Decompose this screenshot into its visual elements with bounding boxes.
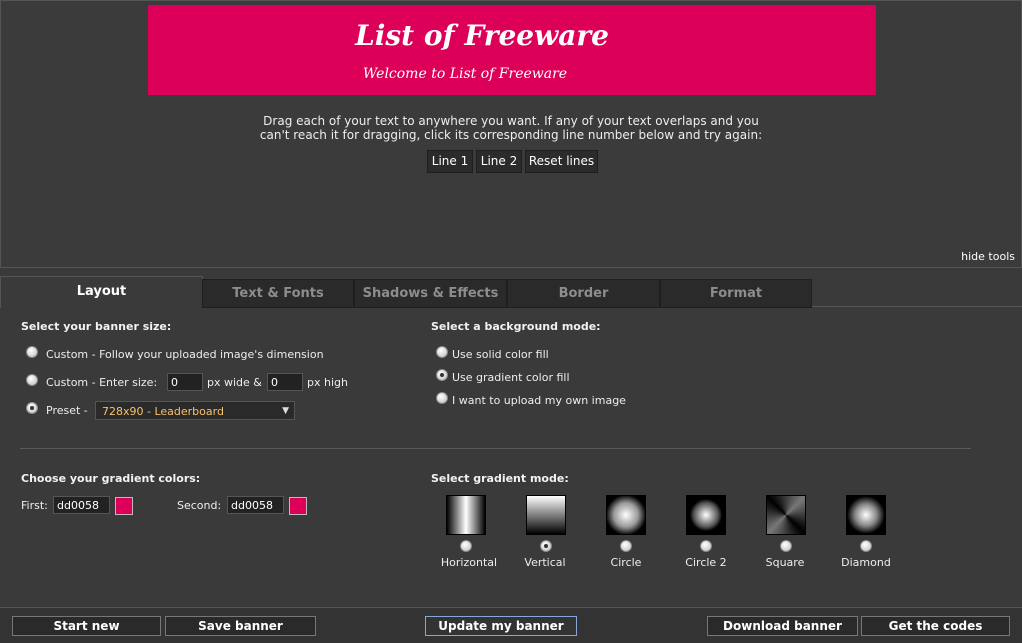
gradient-horizontal-label: Horizontal (440, 556, 498, 569)
gradient-vertical-radio[interactable] (540, 540, 552, 552)
size-custom-follow-radio[interactable] (26, 346, 38, 358)
hide-tools-link[interactable]: hide tools (961, 250, 1015, 263)
tab-border[interactable]: Border (507, 279, 660, 308)
size-custom-enter-radio[interactable] (26, 374, 38, 386)
bg-gradient-radio[interactable] (436, 369, 448, 381)
gradient-horizontal-radio[interactable] (460, 540, 472, 552)
preset-size-select[interactable]: 728x90 - Leaderboard ▼ (95, 401, 295, 420)
background-mode-heading: Select a background mode: (431, 320, 601, 333)
section-divider (20, 448, 971, 449)
width-input[interactable]: 0 (167, 373, 203, 391)
gradient-vertical-preview[interactable] (526, 495, 566, 535)
gradient-diamond-radio[interactable] (860, 540, 872, 552)
second-color-swatch[interactable] (289, 497, 307, 515)
tab-format[interactable]: Format (660, 279, 812, 308)
banner-line-2[interactable]: Welcome to List of Freeware (101, 66, 829, 82)
gradient-square-radio[interactable] (780, 540, 792, 552)
gradient-circle-radio[interactable] (620, 540, 632, 552)
gradient-vertical-label: Vertical (524, 556, 566, 569)
gradient-circle2-radio[interactable] (700, 540, 712, 552)
gradient-diamond-preview[interactable] (846, 495, 886, 535)
banner-line-1[interactable]: List of Freeware (118, 19, 846, 52)
bg-solid-radio[interactable] (436, 346, 448, 358)
gradient-mode-heading: Select gradient mode: (431, 472, 569, 485)
gradient-horizontal-preview[interactable] (446, 495, 486, 535)
get-codes-button[interactable]: Get the codes (861, 616, 1010, 636)
size-custom-enter-label: Custom - Enter size: (46, 376, 158, 389)
gradient-diamond-label: Diamond (841, 556, 891, 569)
gradient-square-label: Square (765, 556, 805, 569)
line-1-button[interactable]: Line 1 (427, 150, 473, 173)
gradient-circle2-preview[interactable] (686, 495, 726, 535)
bg-solid-label: Use solid color fill (452, 348, 549, 361)
px-wide-label: px wide & (207, 376, 262, 389)
update-banner-button[interactable]: Update my banner (425, 616, 577, 636)
bg-upload-label: I want to upload my own image (452, 394, 626, 407)
tab-text-fonts[interactable]: Text & Fonts (202, 279, 354, 308)
banner-size-heading: Select your banner size: (21, 320, 172, 333)
preset-size-value: 728x90 - Leaderboard (102, 405, 224, 418)
second-color-input[interactable]: dd0058 (227, 496, 284, 514)
line-2-button[interactable]: Line 2 (476, 150, 522, 173)
chevron-down-icon: ▼ (282, 406, 289, 416)
bg-gradient-label: Use gradient color fill (452, 371, 570, 384)
banner-preview: List of Freeware Welcome to List of Free… (148, 5, 876, 95)
start-new-button[interactable]: Start new (12, 616, 161, 636)
gradient-circle-preview[interactable] (606, 495, 646, 535)
height-input[interactable]: 0 (267, 373, 303, 391)
size-custom-follow-label: Custom - Follow your uploaded image's di… (46, 348, 324, 361)
size-preset-radio[interactable] (26, 402, 38, 414)
first-color-label: First: (21, 499, 48, 512)
tab-shadows-effects[interactable]: Shadows & Effects (354, 279, 507, 308)
banner-canvas: List of Freeware Welcome to List of Free… (0, 0, 1022, 268)
download-banner-button[interactable]: Download banner (707, 616, 858, 636)
second-color-label: Second: (177, 499, 222, 512)
size-preset-label: Preset - (46, 404, 88, 417)
drag-instructions: Drag each of your text to anywhere you w… (259, 114, 763, 142)
reset-lines-button[interactable]: Reset lines (525, 150, 598, 173)
gradient-circle2-label: Circle 2 (685, 556, 727, 569)
bg-upload-radio[interactable] (436, 392, 448, 404)
gradient-square-preview[interactable] (766, 495, 806, 535)
first-color-swatch[interactable] (115, 497, 133, 515)
gradient-circle-label: Circle (610, 556, 642, 569)
gradient-colors-heading: Choose your gradient colors: (21, 472, 201, 485)
tab-layout[interactable]: Layout (0, 276, 203, 308)
px-high-label: px high (307, 376, 348, 389)
save-banner-button[interactable]: Save banner (165, 616, 316, 636)
first-color-input[interactable]: dd0058 (53, 496, 110, 514)
